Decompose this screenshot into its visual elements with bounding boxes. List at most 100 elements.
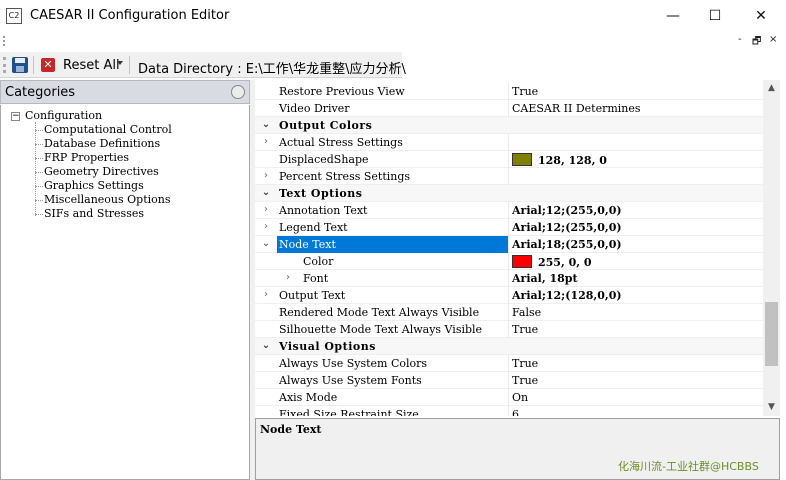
collapse-chevron-icon[interactable]: ⌄ xyxy=(255,236,277,253)
row-gutter xyxy=(255,355,277,372)
collapse-chevron-icon[interactable]: ⌄ xyxy=(255,117,277,134)
value-text: True xyxy=(512,357,539,370)
tree-item-database-definitions[interactable]: Database Definitions xyxy=(35,137,160,150)
property-value[interactable]: On xyxy=(512,391,528,404)
property-name: Rendered Mode Text Always Visible xyxy=(279,306,480,319)
toolbar-overflow-chevron-icon[interactable]: ⌄ xyxy=(390,58,398,68)
property-value[interactable]: Arial;12;(128,0,0) xyxy=(512,289,622,302)
window-title: CAESAR II Configuration Editor xyxy=(30,8,230,23)
column-divider xyxy=(508,304,509,321)
collapse-chevron-icon[interactable]: ⌄ xyxy=(255,338,277,355)
tree-item-graphics-settings[interactable]: Graphics Settings xyxy=(35,179,144,192)
row-gutter xyxy=(255,372,277,389)
mdi-restore-button[interactable]: 🗗 xyxy=(752,34,761,51)
property-name: Text Options xyxy=(279,187,363,200)
grid-row[interactable]: › Output Text Arial;12;(128,0,0) xyxy=(255,287,763,304)
property-value[interactable]: True xyxy=(512,357,538,370)
expand-chevron-icon[interactable]: › xyxy=(255,134,277,151)
grid-category-row[interactable]: ⌄ Visual Options xyxy=(255,338,763,355)
property-value[interactable]: Arial, 18pt xyxy=(512,272,578,285)
scroll-up-icon[interactable]: ▲ xyxy=(763,80,780,97)
property-name: Legend Text xyxy=(279,221,348,234)
tree-item-sifs-and-stresses[interactable]: SIFs and Stresses xyxy=(35,207,144,220)
grid-row[interactable]: Silhouette Mode Text Always Visible True xyxy=(255,321,763,338)
value-text: Arial;12;(128,0,0) xyxy=(512,289,622,302)
property-value[interactable]: True xyxy=(512,85,538,98)
expand-chevron-icon[interactable]: › xyxy=(255,168,277,185)
grid-row[interactable]: Always Use System Colors True xyxy=(255,355,763,372)
property-name: Output Colors xyxy=(279,119,373,132)
value-text: False xyxy=(512,306,542,319)
property-value[interactable]: Arial;12;(255,0,0) xyxy=(512,204,622,217)
grid-row[interactable]: › Annotation Text Arial;12;(255,0,0) xyxy=(255,202,763,219)
reset-all-button[interactable]: Reset All xyxy=(63,58,120,73)
grid-subrow[interactable]: Color 255, 0, 0 xyxy=(255,253,763,270)
mdi-close-button[interactable]: × xyxy=(769,34,777,45)
grid-row[interactable]: › Percent Stress Settings xyxy=(255,168,763,185)
property-name: Visual Options xyxy=(279,340,376,353)
expand-chevron-icon[interactable]: › xyxy=(277,270,299,287)
grid-subrow[interactable]: › Font Arial, 18pt xyxy=(255,270,763,287)
grid-row[interactable]: Axis Mode On xyxy=(255,389,763,406)
value-text: Arial;18;(255,0,0) xyxy=(512,238,622,251)
row-gutter xyxy=(255,83,277,100)
property-value[interactable]: False xyxy=(512,306,541,319)
color-value-text: 255, 0, 0 xyxy=(538,256,592,269)
color-swatch xyxy=(512,255,532,268)
toolbar-separator xyxy=(129,56,130,74)
scroll-thumb[interactable] xyxy=(765,302,778,366)
property-value[interactable]: CAESAR II Determines xyxy=(512,102,641,115)
tree-item-computational-control[interactable]: Computational Control xyxy=(35,123,172,136)
grid-row[interactable]: › Actual Stress Settings xyxy=(255,134,763,151)
reset-dropdown-arrow-icon[interactable] xyxy=(117,61,123,65)
grid-row[interactable]: › Legend Text Arial;12;(255,0,0) xyxy=(255,219,763,236)
grid-category-row[interactable]: ⌄ Text Options xyxy=(255,185,763,202)
grid-row[interactable]: Always Use System Fonts True xyxy=(255,372,763,389)
row-gutter xyxy=(255,151,277,168)
data-directory-button[interactable]: Data Directory : E:\工作\华龙重整\应力分析\ xyxy=(138,58,406,77)
tree-root-configuration[interactable]: Configuration xyxy=(25,109,102,122)
pin-icon[interactable] xyxy=(231,85,245,99)
property-name: Annotation Text xyxy=(279,204,368,217)
property-value[interactable]: Arial;18;(255,0,0) xyxy=(512,238,622,251)
property-value[interactable]: 255, 0, 0 xyxy=(512,255,592,269)
save-icon[interactable] xyxy=(12,57,28,73)
property-value[interactable]: True xyxy=(512,323,538,336)
column-divider xyxy=(508,134,509,151)
reset-icon[interactable]: ✕ xyxy=(41,58,55,72)
collapse-icon[interactable]: − xyxy=(11,112,20,121)
property-name: Actual Stress Settings xyxy=(279,136,403,149)
column-divider xyxy=(508,355,509,372)
grid-row[interactable]: Rendered Mode Text Always Visible False xyxy=(255,304,763,321)
minimize-button[interactable]: — xyxy=(650,0,696,32)
column-divider xyxy=(508,151,509,168)
collapse-chevron-icon[interactable]: ⌄ xyxy=(255,185,277,202)
grip-icon xyxy=(3,36,5,46)
grid-row[interactable]: Video Driver CAESAR II Determines xyxy=(255,100,763,117)
mdi-minimize-button[interactable]: - xyxy=(738,34,742,45)
property-value[interactable]: 6 xyxy=(512,408,519,416)
tree-item-geometry-directives[interactable]: Geometry Directives xyxy=(35,165,159,178)
grid-row[interactable]: Restore Previous View True xyxy=(255,83,763,100)
grid-row[interactable]: Fixed Size Restraint Size 6 xyxy=(255,406,763,416)
property-value[interactable]: True xyxy=(512,374,538,387)
close-button[interactable]: ✕ xyxy=(738,0,784,32)
scroll-down-icon[interactable]: ▼ xyxy=(763,399,780,416)
expand-chevron-icon[interactable]: › xyxy=(255,219,277,236)
property-name: Output Text xyxy=(279,289,346,302)
value-text: On xyxy=(512,391,529,404)
property-value[interactable]: 128, 128, 0 xyxy=(512,153,607,167)
property-value[interactable]: Arial;12;(255,0,0) xyxy=(512,221,622,234)
mdi-strip: - 🗗 × xyxy=(0,32,786,50)
tree-item-frp-properties[interactable]: FRP Properties xyxy=(35,151,129,164)
grid-row[interactable]: DisplacedShape 128, 128, 0 xyxy=(255,151,763,168)
grid-row-selected[interactable]: ⌄ Node Text Arial;18;(255,0,0) xyxy=(255,236,763,253)
vertical-scrollbar[interactable]: ▲ ▼ xyxy=(763,80,780,416)
maximize-button[interactable]: ☐ xyxy=(692,0,738,32)
toolbar-grip-icon[interactable] xyxy=(3,57,6,73)
expand-chevron-icon[interactable]: › xyxy=(255,202,277,219)
column-divider xyxy=(508,100,509,117)
grid-category-row[interactable]: ⌄ Output Colors xyxy=(255,117,763,134)
tree-item-miscellaneous-options[interactable]: Miscellaneous Options xyxy=(35,193,170,206)
expand-chevron-icon[interactable]: › xyxy=(255,287,277,304)
